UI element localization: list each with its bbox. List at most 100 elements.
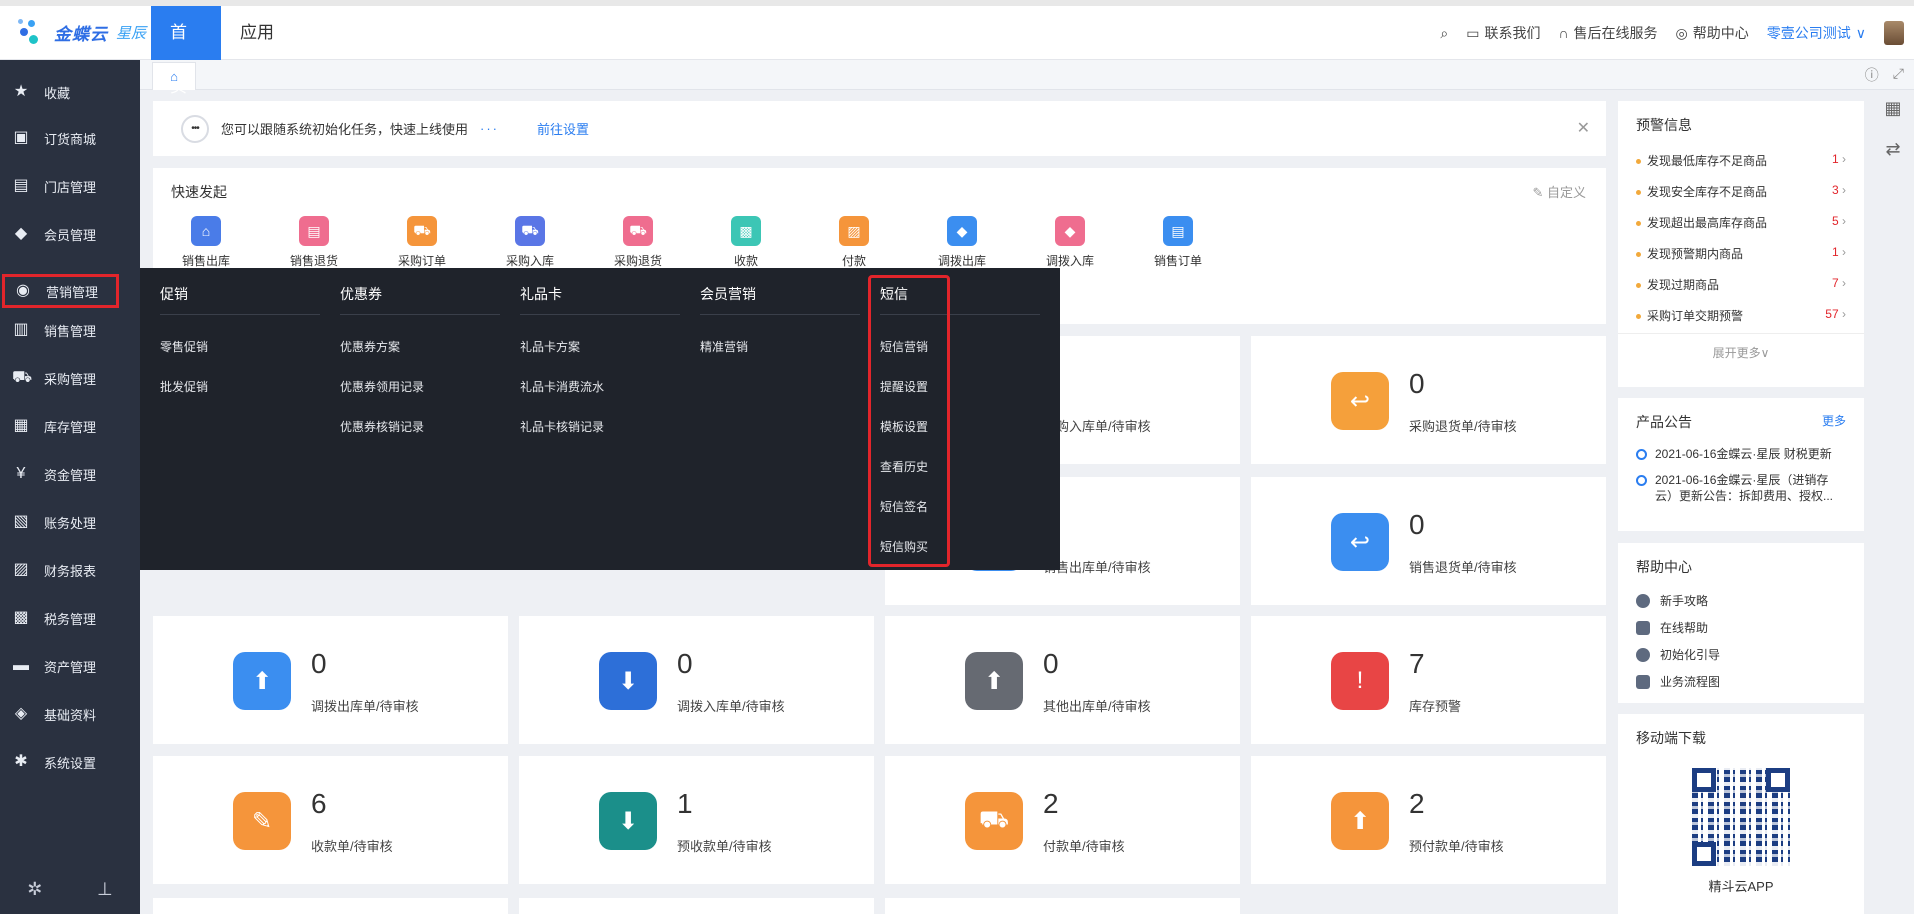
warning-item[interactable]: 发现超出最高库存商品 5 › [1618,207,1864,238]
warning-item[interactable]: 发现预警期内商品 1 › [1618,238,1864,269]
pin-icon[interactable]: ⊥ [97,879,113,900]
sidebar-item-basic-data[interactable]: ◈ 基础资料 [0,694,140,734]
sidebar-item-tax[interactable]: ▩ 税务管理 [0,598,140,638]
quick-item[interactable]: ▨ 付款 [819,216,889,269]
help-item-init[interactable]: 初始化引导 [1618,641,1864,668]
quick-item[interactable]: ◆ 调拨入库 [1035,216,1105,269]
warning-count: 1 [1831,152,1839,166]
warning-item[interactable]: 发现安全库存不足商品 3 › [1618,176,1864,207]
warning-count: 5 [1831,214,1839,228]
sidebar-item-favorites[interactable]: ★ 收藏 [0,72,140,112]
warning-count-wrap: 5 › [1832,214,1846,231]
sidebar-item-mall[interactable]: ▣ 订货商城 [0,118,140,158]
chat-bubble-icon: ••• [181,114,209,143]
quick-item[interactable]: ⛟ 采购订单 [387,216,457,269]
warning-item[interactable]: 发现过期商品 7 › [1618,269,1864,300]
sidebar-item-purchase[interactable]: ⛟ 采购管理 [0,358,140,398]
sidebar-item-assets[interactable]: ▬ 资产管理 [0,646,140,686]
mega-menu-link[interactable]: 礼品卡核销记录 [520,418,604,435]
breadcrumb: ⌂ ⓘ ⤢ [140,60,1914,90]
settings-gear-icon[interactable]: ✲ [27,879,42,900]
help-item-guide[interactable]: 新手攻略 [1618,587,1864,614]
stat-card-number: 2 [1043,788,1059,819]
sidebar-item-label: 账务处理 [44,515,97,531]
mega-menu-link[interactable]: 零售促销 [160,338,208,355]
stat-card[interactable]: ! 7 库存预警 [1251,616,1606,744]
quick-item-label: 销售订单 [1153,254,1202,268]
stat-card[interactable]: ⬆ 2 预付款单/待审核 [1251,756,1606,884]
mega-menu-link[interactable]: 优惠券方案 [340,338,400,355]
fullscreen-icon[interactable]: ⤢ [1893,65,1904,85]
tax-icon: ▩ [13,609,29,626]
mega-menu-link[interactable]: 优惠券核销记录 [340,418,424,435]
stat-card[interactable]: ⬆ 0 其他出库单/待审核 [885,616,1240,744]
mega-menu-link[interactable]: 礼品卡消费流水 [520,378,604,395]
announcement-item[interactable]: 2021-06-16金蝶云·星辰 财税更新 [1618,442,1864,468]
home-tab[interactable]: ⌂ [152,62,196,90]
sidebar-item-settings[interactable]: ✱ 系统设置 [0,742,140,782]
expand-more-button[interactable]: 展开更多∨ [1618,333,1864,371]
layout-icon[interactable]: ▦ [1884,98,1901,119]
stat-card[interactable]: ⬇ 1 预收款单/待审核 [519,756,874,884]
quick-item-label: 采购订单 [397,254,446,268]
sidebar-item-reports[interactable]: ▨ 财务报表 [0,550,140,590]
stat-card-number: 0 [1409,368,1425,399]
stat-card[interactable]: ↩ 0 采购退货单/待审核 [1251,336,1606,464]
tab-apps[interactable]: 应用 [221,6,293,60]
quick-item[interactable]: ◆ 调拨出库 [927,216,997,269]
customize-button[interactable]: ✎ 自定义 [1532,182,1586,201]
announcement-item[interactable]: 2021-06-16金蝶云·星辰（进销存云）更新公告：拆卸费用、授权... [1618,468,1864,510]
chevron-down-icon: ∨ [1855,24,1866,41]
sidebar-item-inventory[interactable]: ▦ 库存管理 [0,406,140,446]
announcement-more-link[interactable]: 更多 [1822,412,1846,429]
stat-card[interactable]: ⛟ 2 付款单/待审核 [885,756,1240,884]
sidebar-item-marketing[interactable]: ◉ 营销管理 [2,274,119,308]
stat-card[interactable]: ✎ 6 收款单/待审核 [153,756,508,884]
close-icon[interactable]: ✕ [1577,118,1590,138]
quick-item[interactable]: ▩ 收款 [711,216,781,269]
warning-item[interactable]: 发现最低库存不足商品 1 › [1618,145,1864,176]
after-sales-link[interactable]: ∩ 售后在线服务 [1558,23,1657,43]
quick-item[interactable]: ⛟ 采购退货 [603,216,673,269]
avatar[interactable] [1884,21,1904,45]
tab-home[interactable]: 首页 [151,6,221,96]
quick-item-icon: ▨ [839,216,869,246]
search-icon[interactable]: ⌕ [1440,25,1448,42]
contact-link[interactable]: ▭ 联系我们 [1466,23,1540,43]
quick-item[interactable]: ▤ 销售退货 [279,216,349,269]
stat-card-label: 付款单/待审核 [1043,839,1125,854]
sidebar-item-stores[interactable]: ▤ 门店管理 [0,166,140,206]
logo[interactable]: 金蝶云 星辰 [18,18,146,46]
stat-card-icon: ⬆ [1331,792,1389,850]
warning-item[interactable]: 采购订单交期预警 57 › [1618,300,1864,331]
stat-card-number: 0 [1409,509,1425,540]
goto-settings-link[interactable]: 前往设置 [537,119,589,138]
stat-card[interactable]: ⬇ 0 调拨入库单/待审核 [519,616,874,744]
sidebar-item-funds[interactable]: ¥ 资金管理 [0,454,140,494]
help-link[interactable]: ◎ 帮助中心 [1676,23,1749,43]
quick-item[interactable]: ⌂ 销售出库 [171,216,241,269]
question-icon[interactable]: ⓘ [1865,65,1879,85]
sidebar-item-label: 门店管理 [44,179,97,195]
swap-icon[interactable]: ⇄ [1885,139,1900,160]
help-item-flow[interactable]: 业务流程图 [1618,668,1864,695]
mega-menu-link[interactable]: 精准营销 [700,338,748,355]
mega-menu-link[interactable]: 优惠券领用记录 [340,378,424,395]
quick-item-label: 采购退货 [613,254,662,268]
quick-item-label: 销售退货 [289,254,338,268]
stat-card[interactable]: ↩ 0 销售退货单/待审核 [1251,477,1606,605]
warning-count: 57 [1825,307,1839,321]
sidebar-item-members[interactable]: ◆ 会员管理 [0,214,140,254]
help-item-label: 新手攻略 [1660,594,1709,608]
quick-item[interactable]: ▤ 销售订单 [1143,216,1213,269]
sidebar-item-sales[interactable]: ▥ 销售管理 [0,310,140,350]
stat-card[interactable]: ⬆ 0 调拨出库单/待审核 [153,616,508,744]
help-item-online[interactable]: 在线帮助 [1618,614,1864,641]
gear-icon: ✱ [14,753,28,770]
announcement-title: 产品公告 [1636,414,1692,430]
mega-menu-link[interactable]: 礼品卡方案 [520,338,580,355]
sidebar-item-accounting[interactable]: ▧ 账务处理 [0,502,140,542]
company-dropdown[interactable]: 零壹公司测试 ∨ [1767,23,1866,43]
mega-menu-link[interactable]: 批发促销 [160,378,208,395]
quick-item[interactable]: ⛟ 采购入库 [495,216,565,269]
